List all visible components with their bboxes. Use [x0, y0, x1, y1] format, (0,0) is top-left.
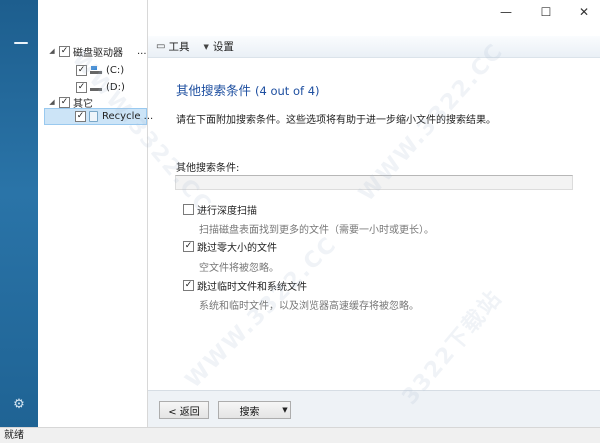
tree-item-drive-d[interactable]: ✓ (D:)	[76, 79, 125, 95]
drive-icon	[90, 83, 102, 91]
wizard-footer: < 返回 搜索 ▼	[148, 390, 600, 427]
search-dropdown-button[interactable]: ▼	[280, 401, 291, 419]
toolbar: ▭ 工具 ▼ 设置	[148, 36, 600, 58]
title-text: 其他搜索条件	[176, 83, 252, 98]
search-button[interactable]: 搜索	[218, 401, 281, 419]
option-skip-temp[interactable]: ✓ 跳过临时文件和系统文件	[183, 278, 307, 293]
drive-d-checkbox[interactable]: ✓	[76, 81, 87, 93]
option-label: 进行深度扫描	[197, 206, 257, 217]
title-bar: — ☐ ✕	[148, 0, 600, 26]
status-text: 就绪	[4, 430, 24, 441]
wizard-content: 其他搜索条件 (4 out of 4) 请在下面附加搜索条件。这些选项将有助于进…	[148, 58, 600, 390]
app-sidebar: ⚙	[0, 0, 38, 427]
drive-c-checkbox[interactable]: ✓	[76, 64, 87, 76]
menu-icon[interactable]	[14, 42, 28, 44]
option-skip-zero[interactable]: ✓ 跳过零大小的文件	[183, 239, 277, 254]
more-icon[interactable]: ...	[137, 46, 147, 57]
back-button[interactable]: < 返回	[159, 401, 209, 419]
tree-item-label: (C:)	[106, 64, 125, 76]
dropdown-arrow-icon: ▼	[203, 42, 209, 51]
drive-icon	[90, 66, 102, 74]
tree-item-label: Recycle ...	[102, 111, 154, 122]
option-desc: 空文件将被忽略。	[199, 263, 279, 274]
recycle-checkbox[interactable]: ✓	[75, 111, 86, 122]
other-checkbox[interactable]: ✓	[59, 96, 70, 108]
criteria-input[interactable]	[175, 175, 573, 190]
gear-icon[interactable]: ⚙	[12, 398, 26, 412]
page-description: 请在下面附加搜索条件。这些选项将有助于进一步缩小文件的搜索结果。	[176, 115, 496, 126]
settings-label: 设置	[212, 41, 234, 53]
option-desc: 系统和临时文件，以及浏览器高速缓存将被忽略。	[199, 301, 419, 312]
tools-menu[interactable]: ▭ 工具	[156, 39, 189, 54]
skip-zero-checkbox[interactable]: ✓	[183, 241, 194, 252]
tree-item-label: 磁盘驱动器	[73, 47, 123, 59]
collapse-icon[interactable]: ◢	[48, 47, 56, 55]
tree-item-drive-c[interactable]: ✓ (C:)	[76, 62, 124, 78]
criteria-label: 其他搜索条件:	[176, 163, 240, 174]
status-bar: 就绪	[0, 427, 600, 443]
tree-item-drives[interactable]: ◢ ✓ 磁盘驱动器 ...	[48, 43, 147, 59]
option-label: 跳过临时文件和系统文件	[197, 282, 307, 293]
maximize-button[interactable]: ☐	[538, 4, 554, 20]
option-desc: 扫描磁盘表面找到更多的文件（需要一小时或更长）。	[199, 225, 434, 236]
collapse-icon[interactable]: ◢	[48, 98, 56, 106]
recycle-bin-icon	[89, 111, 98, 122]
tools-label: 工具	[168, 41, 190, 53]
location-tree: ◢ ✓ 磁盘驱动器 ... ✓ (C:) ✓ (D:) ◢ ✓ 其它 ✓ Rec…	[38, 0, 153, 427]
toolbox-icon: ▭	[156, 41, 166, 52]
close-button[interactable]: ✕	[576, 4, 592, 20]
minimize-button[interactable]: —	[498, 4, 514, 20]
option-deep-scan[interactable]: 进行深度扫描	[183, 202, 257, 217]
deep-scan-checkbox[interactable]	[183, 204, 194, 215]
settings-menu[interactable]: ▼ 设置	[203, 39, 233, 54]
step-indicator: (4 out of 4)	[255, 84, 320, 98]
tree-item-recycle[interactable]: ✓ Recycle ...	[44, 108, 153, 125]
drives-checkbox[interactable]: ✓	[59, 45, 70, 57]
dropdown-arrow-icon: ▼	[282, 406, 288, 414]
skip-temp-checkbox[interactable]: ✓	[183, 280, 194, 291]
tree-item-label: (D:)	[106, 81, 125, 93]
option-label: 跳过零大小的文件	[197, 243, 277, 254]
page-title: 其他搜索条件 (4 out of 4)	[176, 80, 320, 99]
